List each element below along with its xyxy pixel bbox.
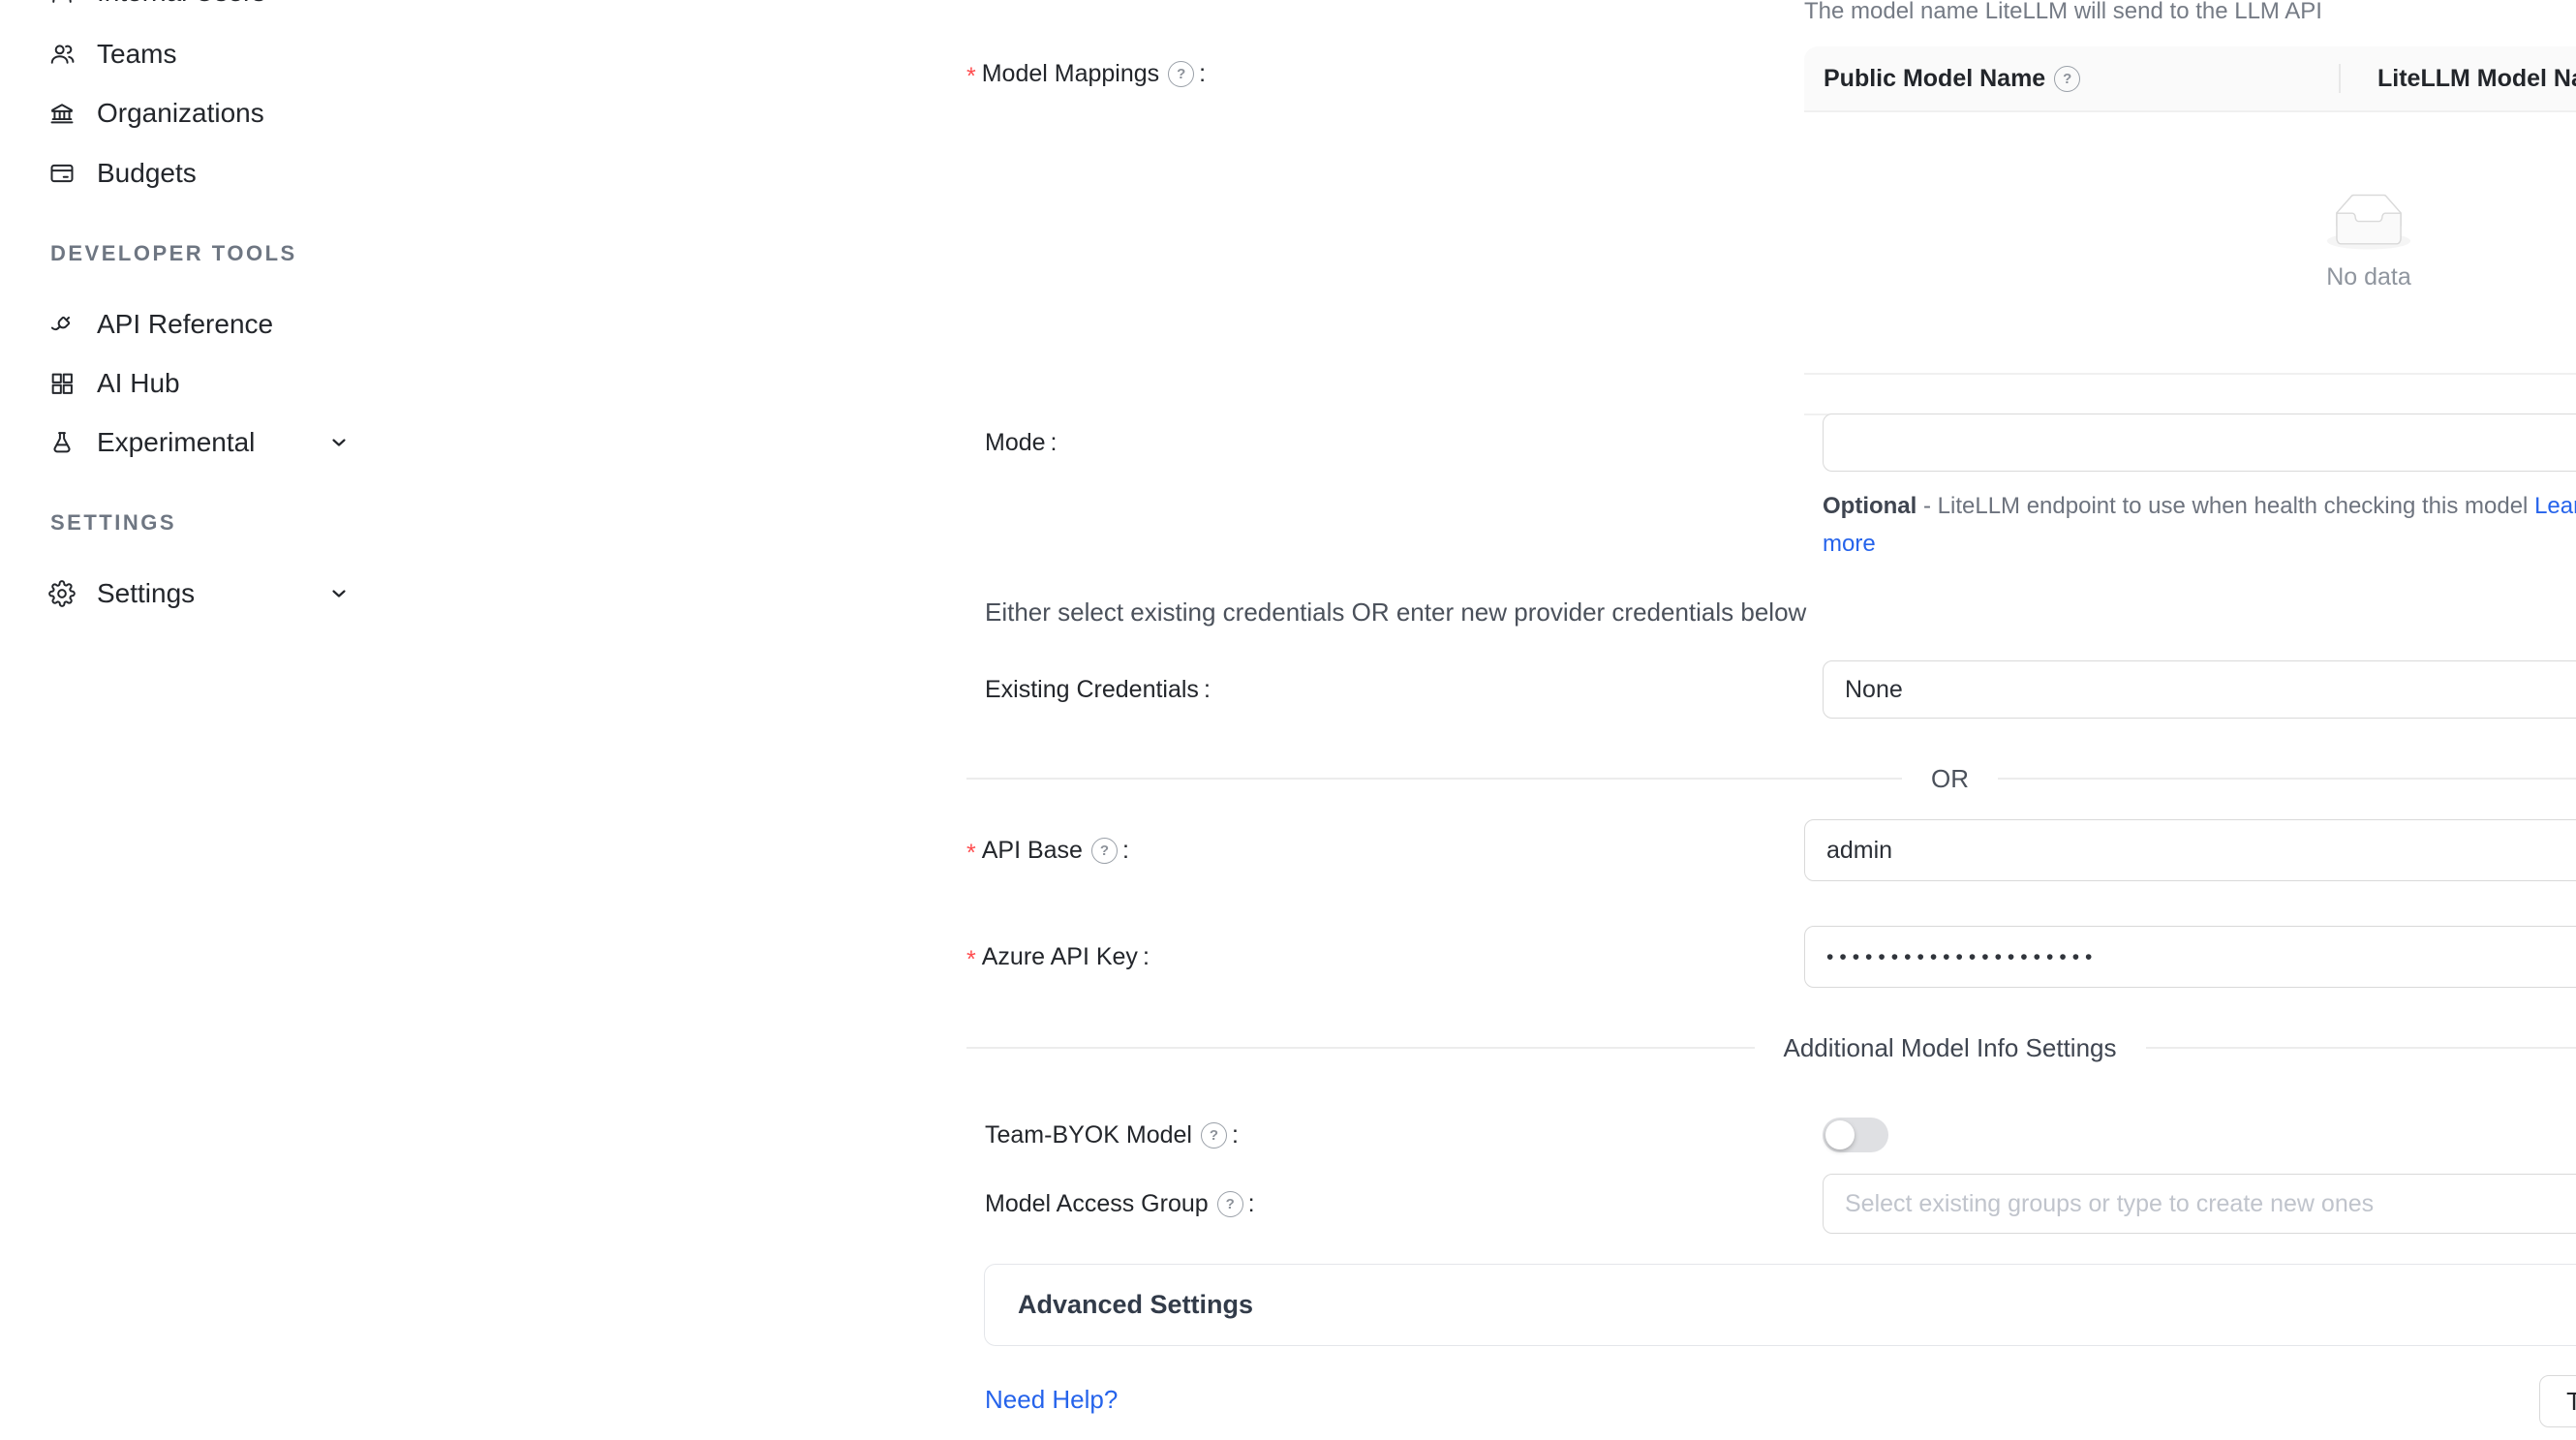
existing-credentials-select[interactable]: None [1823,660,2576,719]
learn-more-link[interactable]: more [1823,531,1876,557]
chevron-down-icon [327,431,351,454]
sidebar-item-label: Internal Users [97,0,265,8]
model-mappings-label: * Model Mappings ? : [966,46,1804,101]
additional-info-divider: Additional Model Info Settings [966,1030,2576,1065]
table-empty-state: No data [1804,112,2576,375]
model-mappings-row: * Model Mappings ? : Public Model Name ?… [966,46,2576,375]
required-marker: * [966,63,976,91]
model-access-group-row: Model Access Group ? : Select existing g… [966,1174,2576,1234]
model-mappings-table: Public Model Name ? LiteLLM Model Name ? [1804,46,2576,375]
add-model-form: The model name LiteLLM will send to the … [468,0,2576,1440]
required-marker: * [966,946,976,974]
chevron-down-icon [327,582,351,605]
credentials-note: Either select existing credentials OR en… [985,597,1806,628]
add-model-page: Internal Users Teams Organizations Budge… [0,0,2576,1440]
sidebar-item-label: Budgets [97,158,197,189]
azure-api-key-row: * Azure API Key : ••••••••••••••••••••• [966,926,2576,988]
api-base-label: * API Base ? : [966,819,1804,881]
no-data-text: No data [2326,263,2411,291]
help-circle-icon[interactable]: ? [1168,61,1194,87]
model-access-group-label: Model Access Group ? : [966,1174,1823,1234]
model-access-group-select[interactable]: Select existing groups or type to create… [1823,1174,2576,1234]
mode-label: Mode : [966,414,1823,472]
help-circle-icon[interactable]: ? [1217,1191,1243,1217]
sidebar-item-organizations[interactable]: Organizations [0,86,468,140]
test-connect-button[interactable]: Test Connect [2539,1375,2576,1427]
help-circle-icon[interactable]: ? [2054,66,2080,92]
sidebar-item-settings[interactable]: Settings [0,567,468,621]
advanced-settings-title: Advanced Settings [1018,1290,1253,1320]
sidebar-item-label: API Reference [97,309,273,340]
column-header-public-model-name: Public Model Name ? [1804,65,2358,93]
team-icon [48,41,76,68]
select-placeholder: Select existing groups or type to create… [1824,1190,2374,1218]
masked-password-value: ••••••••••••••••••••• [1805,946,2098,969]
sidebar-item-teams[interactable]: Teams [0,27,468,81]
credit-card-icon [48,160,76,187]
sidebar-item-internal-users[interactable]: Internal Users [0,0,468,19]
existing-credentials-label: Existing Credentials : [966,660,1823,719]
required-marker: * [966,840,976,868]
user-icon [48,0,76,6]
azure-api-key-label: * Azure API Key : [966,926,1804,988]
appstore-grid-icon [48,370,76,397]
learn-more-link[interactable]: Learn [2534,493,2576,519]
sidebar-item-label: AI Hub [97,368,180,399]
advanced-settings-panel[interactable]: Advanced Settings [984,1264,2576,1346]
mode-select[interactable] [1823,414,2576,472]
api-base-row: * API Base ? : admin [966,819,2576,881]
sidebar: Internal Users Teams Organizations Budge… [0,0,470,1440]
empty-box-icon [2324,194,2413,256]
sidebar-item-label: Experimental [97,427,255,458]
help-circle-icon[interactable]: ? [1201,1122,1227,1149]
sidebar-item-api-reference[interactable]: API Reference [0,297,468,352]
column-divider [2339,64,2341,93]
mode-extra-help: Optional - LiteLLM endpoint to use when … [1823,487,2576,563]
need-help-link[interactable]: Need Help? [985,1385,1118,1415]
sidebar-item-label: Settings [97,578,195,609]
azure-api-key-input[interactable]: ••••••••••••••••••••• [1804,926,2576,988]
gear-icon [48,580,76,607]
sidebar-item-experimental[interactable]: Experimental [0,415,468,470]
help-circle-icon[interactable]: ? [1091,838,1118,864]
flask-icon [48,429,76,456]
sidebar-section-settings: SETTINGS [50,510,176,536]
api-plug-icon [48,311,76,338]
sidebar-item-ai-hub[interactable]: AI Hub [0,356,468,411]
column-header-litellm-model-name: LiteLLM Model Name ? [2358,65,2576,93]
api-base-input[interactable]: admin [1804,819,2576,881]
team-byok-label: Team-BYOK Model ? : [966,1108,1823,1162]
bank-icon [48,100,76,127]
sidebar-section-developer-tools: DEVELOPER TOOLS [50,241,297,266]
existing-credentials-row: Existing Credentials : None [966,660,2576,719]
sidebar-item-budgets[interactable]: Budgets [0,146,468,200]
mode-row: Mode : Optional - LiteLLM endpoint to us… [966,414,2576,563]
model-name-help-text: The model name LiteLLM will send to the … [1804,0,2322,25]
sidebar-item-label: Teams [97,39,176,70]
sidebar-item-label: Organizations [97,98,264,129]
team-byok-row: Team-BYOK Model ? : [966,1108,2576,1162]
or-divider: OR [966,763,2576,794]
table-header: Public Model Name ? LiteLLM Model Name ? [1804,46,2576,112]
team-byok-toggle[interactable] [1823,1118,1888,1152]
